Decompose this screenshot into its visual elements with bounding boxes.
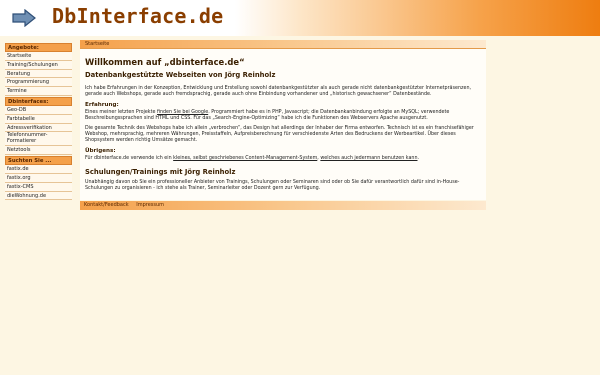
training-heading: Schulungen/Trainings mit Jörg Reinholz bbox=[85, 168, 236, 176]
experience-paragraph-1: Eines meiner letzten Projekte finden Sie… bbox=[85, 110, 481, 122]
experience-text-a: Eines meiner letzten Projekte bbox=[85, 110, 157, 115]
sidebar-item-telefonnummer[interactable]: Telefonnummer-Formatierer bbox=[5, 132, 72, 147]
footer-bar: Kontakt/Feedback Impressum bbox=[80, 201, 486, 210]
training-paragraph: Unabhängig davon ob Sie ein professionel… bbox=[85, 180, 460, 191]
sidebar-item-diewohnung[interactable]: dieWohnung.de bbox=[5, 191, 72, 201]
site-header: DbInterface.de bbox=[0, 0, 600, 36]
experience-heading: Erfahrung: bbox=[85, 102, 119, 108]
sidebar-item-startseite[interactable]: Startseite bbox=[5, 52, 72, 61]
intro-paragraph: Ich habe Erfahrungen in der Konzeption, … bbox=[85, 86, 472, 97]
sidebar-heading-offers: Angebote: bbox=[5, 43, 72, 52]
more-heading: Übrigens: bbox=[85, 148, 116, 154]
breadcrumb[interactable]: Startseite bbox=[80, 40, 486, 49]
content-panel: Willkommen auf „dbinterface.de“ Datenban… bbox=[80, 49, 486, 200]
sidebar-item-fastix-cms[interactable]: fastix-CMS bbox=[5, 182, 72, 192]
sidebar-item-netztools[interactable]: Netztools bbox=[5, 146, 72, 156]
site-title[interactable]: DbInterface.de bbox=[52, 4, 223, 28]
google-project-link[interactable]: finden Sie bei Google bbox=[157, 110, 208, 115]
main-content: Startseite Willkommen auf „dbinterface.d… bbox=[80, 40, 486, 210]
intro-heading: Datenbankgestützte Webseiten von Jörg Re… bbox=[85, 71, 276, 79]
sidebar-item-termine[interactable]: Termine bbox=[5, 87, 72, 96]
cms-usage-link[interactable]: welches auch jedermann benutzen kann bbox=[320, 156, 417, 161]
sidebar-item-geo-db[interactable]: Geo-DB bbox=[5, 105, 72, 115]
sidebar-item-programmierung[interactable]: Programmierung bbox=[5, 78, 72, 88]
sidebar-heading-dbinterfaces: Dbinterfaces: bbox=[5, 96, 72, 106]
cms-text-a: Für dbinterface.de verwende ich ein bbox=[85, 156, 174, 161]
sidebar-item-training[interactable]: Training/Schulungen bbox=[5, 60, 72, 70]
cms-paragraph: Für dbinterface.de verwende ich ein klei… bbox=[85, 156, 481, 162]
sidebar-item-fastix-org[interactable]: fastix.org bbox=[5, 173, 72, 183]
sidebar-item-farbtabelle[interactable]: Farbtabelle bbox=[5, 114, 72, 124]
footer-link-impressum[interactable]: Impressum bbox=[136, 202, 164, 208]
cms-text-c: . bbox=[417, 156, 420, 161]
cms-link[interactable]: kleines, selbst geschriebenes Content-Ma… bbox=[173, 156, 317, 161]
sidebar-item-adressverifikation[interactable]: Adressverifikation bbox=[5, 123, 72, 133]
arrow-right-icon[interactable] bbox=[12, 9, 36, 27]
footer-link-contact[interactable]: Kontakt/Feedback bbox=[84, 202, 129, 208]
sidebar-item-fastix-de[interactable]: fastix.de bbox=[5, 165, 72, 174]
sidebar-item-beratung[interactable]: Beratung bbox=[5, 69, 72, 79]
experience-paragraph-2: Die gesamte Technik des Webshops habe ic… bbox=[85, 126, 474, 143]
sidebar-heading-search: Suchten Sie ... bbox=[5, 156, 72, 166]
page-title: Willkommen auf „dbinterface.de“ bbox=[85, 57, 245, 67]
sidebar-nav: Angebote: Startseite Training/Schulungen… bbox=[5, 42, 72, 201]
